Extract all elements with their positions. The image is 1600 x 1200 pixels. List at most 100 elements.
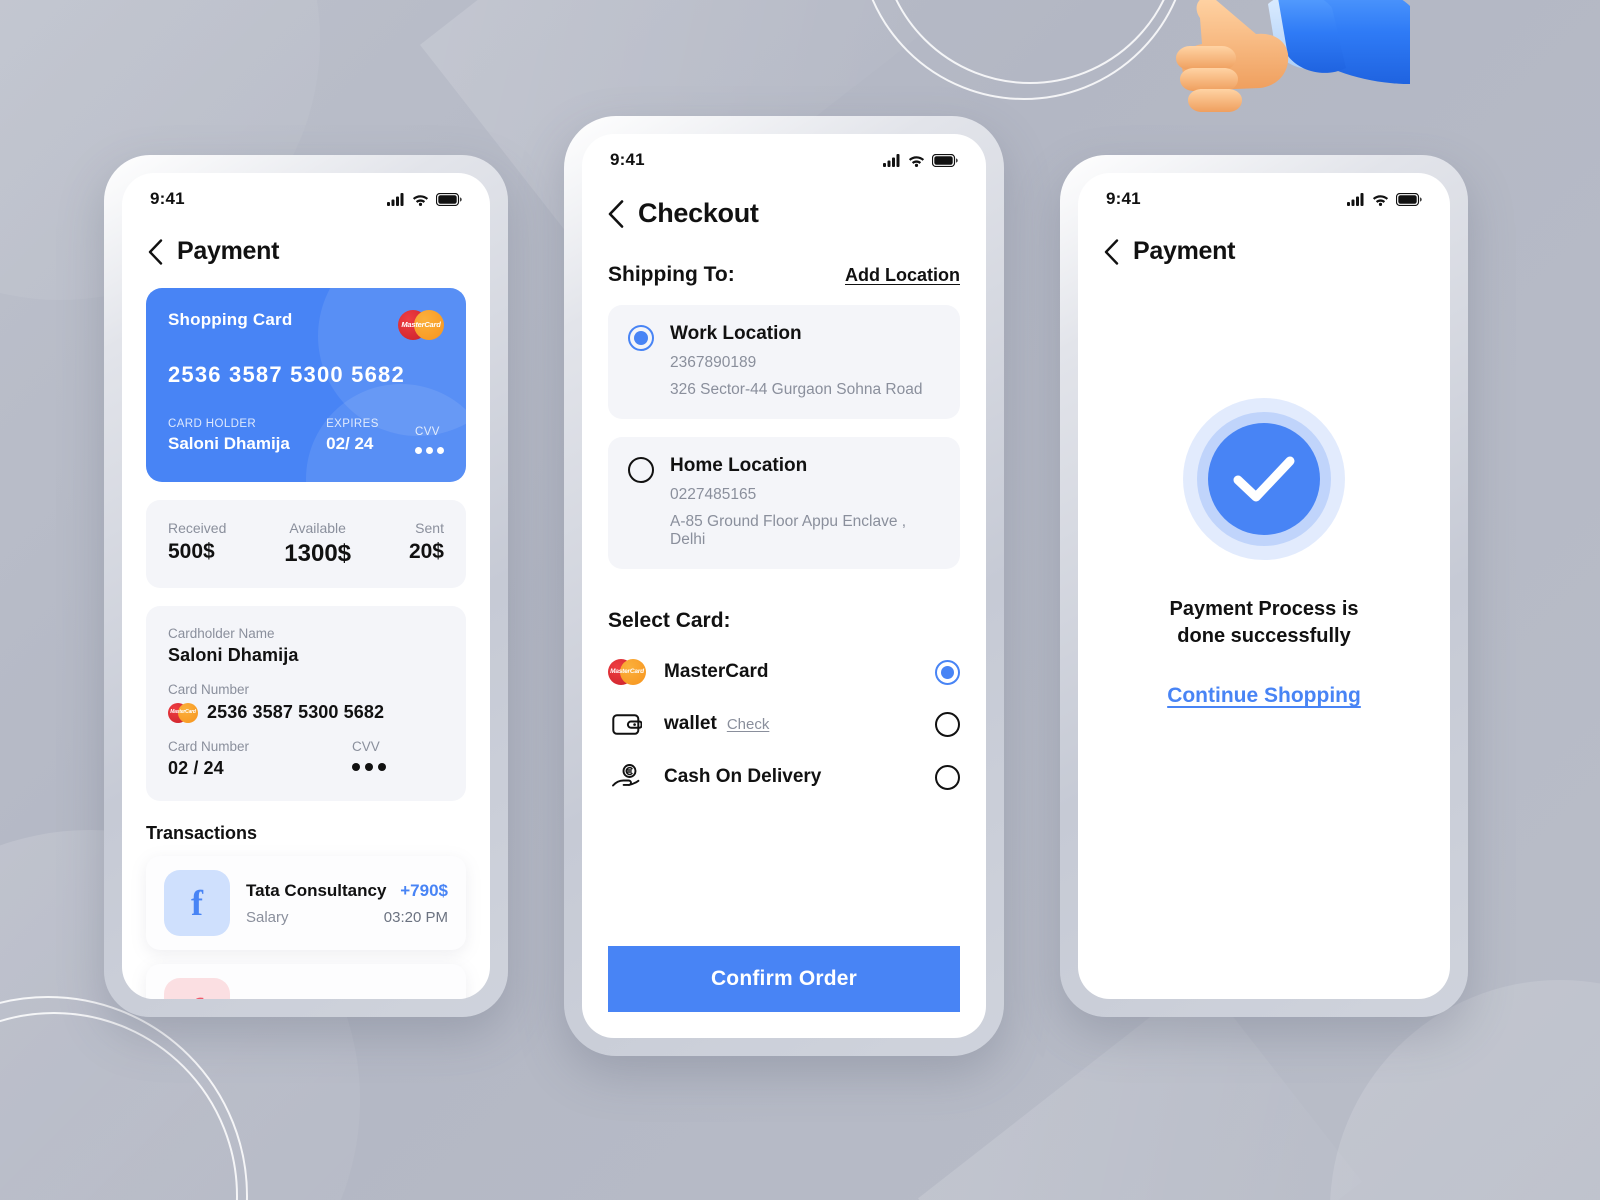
cvv-dots [352,763,444,771]
stat-sent: Sent 20$ [409,520,444,568]
transaction-time: 03:20 PM [383,908,448,926]
location-phone: 2367890189 [670,354,757,371]
status-icons [387,192,462,206]
continue-shopping-link[interactable]: Continue Shopping [1167,684,1361,708]
stat-sent-label: Sent [415,520,444,536]
facebook-icon: f [164,978,230,999]
credit-card[interactable]: Shopping Card MasterCard 2536 3587 5300 … [146,288,466,482]
detail-expiry: Card Number 02 / 24 [168,739,249,779]
cellular-signal-icon [387,192,404,206]
chevron-left-icon[interactable] [1104,238,1119,265]
add-location-link[interactable]: Add Location [845,265,960,286]
phone-payment-success: 9:41 Payment Payment Process is done suc… [1060,155,1468,1017]
card-cvv-block: CVV [415,426,444,454]
battery-icon [1396,192,1422,206]
status-icons [1347,192,1422,206]
success-message-line1: Payment Process is [1169,598,1359,620]
radio-mastercard[interactable] [935,659,960,685]
page-title: Payment [1133,237,1236,265]
expiry-label: Card Number [168,739,250,754]
thumbs-up-hand-illustration [1176,0,1410,112]
card-holder-value: Saloni Dhamija [168,434,290,453]
wifi-icon [412,194,429,206]
detail-expiry-cvv: Card Number 02 / 24 CVV [168,739,444,779]
chevron-left-icon[interactable] [148,238,163,265]
detail-cardholder-name: Cardholder Name Saloni Dhamija [168,626,444,666]
stat-available-label: Available [289,520,346,536]
screen-payment-overview: 9:41 Payment Shopping Card MasterCard 25… [122,173,490,999]
status-time: 9:41 [150,189,185,208]
wallet-check-link[interactable]: Check [727,716,770,733]
transaction-row[interactable]: f Tata Consultancy +790$ Salary 03:20 PM [146,856,466,950]
expiry-value: 02 / 24 [168,758,224,778]
location-option-work[interactable]: Work Location 2367890189 326 Sector-44 G… [608,305,960,419]
select-card-title: Select Card: [608,609,731,632]
mastercard-icon: MasterCard [168,702,198,723]
transaction-title: Tata Consultancy [246,880,387,900]
payment-method-mastercard[interactable]: MasterCard MasterCard [608,659,960,685]
stat-received-label: Received [168,520,227,536]
screen-checkout: 9:41 Checkout Shipping To: Add Location … [582,134,986,1038]
battery-icon [932,153,958,167]
card-holder-block: CARD HOLDER Saloni Dhamija [168,418,290,454]
nav-bar: Checkout [582,170,986,229]
nav-bar: Payment [1078,209,1450,266]
transaction-row[interactable]: f Facebook +790$ [146,964,466,999]
card-expires-value: 02/ 24 [326,434,374,453]
shipping-title: Shipping To: [608,263,735,286]
checkout-body: Shipping To: Add Location Work Location … [582,263,986,791]
location-option-home[interactable]: Home Location 0227485165 A-85 Ground Flo… [608,437,960,569]
stat-available-value: 1300$ [284,540,352,567]
location-address: A-85 Ground Floor Appu Enclave , Delhi [670,513,907,548]
status-bar: 9:41 [122,173,490,209]
transactions-title: Transactions [146,823,258,843]
location-phone: 0227485165 [670,486,757,503]
phone-checkout: 9:41 Checkout Shipping To: Add Location … [564,116,1004,1056]
payment-method-name: wallet [664,713,717,734]
status-time: 9:41 [1106,189,1141,208]
radio-cash-on-delivery[interactable] [935,764,960,790]
wallet-icon [608,711,646,737]
card-cvv-dots [415,447,444,454]
card-number: 2536 3587 5300 5682 [168,362,405,387]
cardholder-details-panel: Cardholder Name Saloni Dhamija Card Numb… [146,606,466,801]
card-holder-label: CARD HOLDER [168,418,257,430]
mastercard-icon: MasterCard [398,310,444,340]
page-title: Checkout [638,198,759,228]
mastercard-icon: MasterCard [608,659,646,685]
screen-payment-success: 9:41 Payment Payment Process is done suc… [1078,173,1450,999]
transaction-amount: +790$ [400,880,448,900]
location-address: 326 Sector-44 Gurgaon Sohna Road [670,381,923,398]
radio-wallet[interactable] [935,711,960,737]
confirm-order-button[interactable]: Confirm Order [608,946,960,1012]
wifi-icon [908,155,925,167]
payment-method-name: MasterCard [664,661,769,682]
card-label: Shopping Card [168,310,293,329]
cellular-signal-icon [1347,192,1364,206]
payment-body: Shopping Card MasterCard 2536 3587 5300 … [122,288,490,999]
cellular-signal-icon [883,153,900,167]
balance-stats-panel: Received 500$ Available 1300$ Sent 20$ [146,500,466,588]
status-icons [883,153,958,167]
chevron-left-icon[interactable] [608,199,624,228]
card-number-value: 2536 3587 5300 5682 [207,702,385,722]
select-card-header: Select Card: [608,609,960,633]
nav-bar: Payment [122,209,490,266]
radio-work-location[interactable] [628,325,654,351]
location-name: Work Location [670,323,802,344]
stat-received-value: 500$ [168,540,215,563]
card-number-label: Card Number [168,682,250,697]
location-info: Work Location 2367890189 326 Sector-44 G… [670,323,922,399]
payment-method-wallet[interactable]: wallet Check [608,711,960,737]
payment-method-cash-on-delivery[interactable]: Cash On Delivery [608,763,960,791]
page-title: Payment [177,237,280,265]
status-bar: 9:41 [582,134,986,170]
radio-home-location[interactable] [628,457,654,483]
transaction-subtitle: Salary [246,908,289,926]
phone-payment-overview: 9:41 Payment Shopping Card MasterCard 25… [104,155,508,1017]
location-name: Home Location [670,455,808,476]
cvv-label: CVV [352,739,380,754]
stat-available: Available 1300$ [284,520,351,568]
detail-cvv: CVV [352,739,444,771]
card-expires-block: EXPIRES 02/ 24 [326,418,379,454]
